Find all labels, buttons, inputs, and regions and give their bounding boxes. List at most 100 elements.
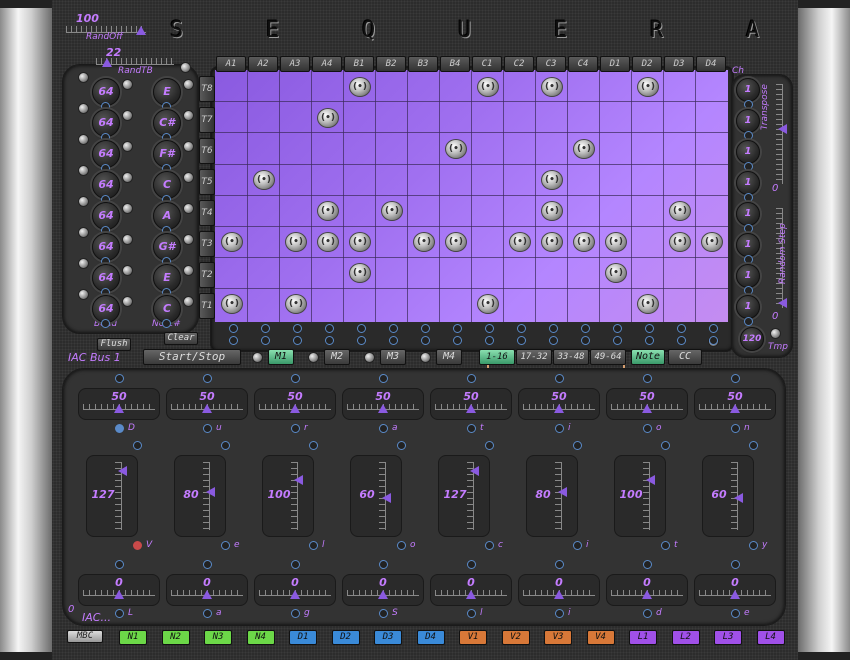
step-column-header[interactable]: B4	[440, 56, 470, 72]
level-slider[interactable]: 60	[702, 455, 754, 537]
offset-slider[interactable]: 0	[166, 574, 248, 606]
page-button[interactable]: 33-48	[553, 349, 589, 365]
velocity-thumb[interactable]	[114, 404, 124, 413]
step-column-header[interactable]: D1	[600, 56, 630, 72]
offset-port-top[interactable]	[643, 560, 652, 569]
flush-button[interactable]: Flush	[97, 338, 131, 351]
transpose-thumb[interactable]	[778, 124, 787, 134]
note-mini-knob[interactable]	[183, 110, 194, 121]
step-column-header[interactable]: C2	[504, 56, 534, 72]
step-note[interactable]: (•)	[541, 232, 563, 252]
velocity-port-top[interactable]	[467, 374, 476, 383]
channel-port[interactable]	[744, 286, 753, 295]
offset-port[interactable]	[291, 609, 300, 618]
step-note[interactable]: (•)	[573, 139, 595, 159]
channel-knob[interactable]: 1	[736, 140, 760, 164]
step-port[interactable]	[677, 324, 686, 333]
velocity-port-top[interactable]	[379, 374, 388, 383]
velocity-thumb[interactable]	[730, 404, 740, 413]
level-thumb[interactable]	[118, 466, 127, 476]
velocity-port[interactable]	[573, 541, 582, 550]
duration-port[interactable]	[291, 424, 300, 433]
page-button[interactable]: 49-64	[590, 349, 626, 365]
note-mini-knob[interactable]	[183, 172, 194, 183]
level-slider[interactable]: 80	[526, 455, 578, 537]
step-note[interactable]: (•)	[669, 232, 691, 252]
step-note[interactable]: (•)	[317, 232, 339, 252]
step-note[interactable]: (•)	[381, 201, 403, 221]
bend-mini-knob-2[interactable]	[122, 265, 133, 276]
duration-port[interactable]	[643, 424, 652, 433]
step-port-lower[interactable]	[293, 336, 302, 345]
track-tag-button[interactable]: V3	[544, 630, 572, 645]
channel-knob[interactable]: 1	[736, 78, 760, 102]
step-port[interactable]	[229, 324, 238, 333]
channel-port[interactable]	[744, 193, 753, 202]
offset-thumb[interactable]	[554, 590, 564, 599]
step-port[interactable]	[293, 324, 302, 333]
step-grid[interactable]: (•) (•) (•) (•) (•) (•) (•) (•) (•) (•) (•) (•) (•) (…	[215, 70, 728, 322]
velocity-port[interactable]	[661, 541, 670, 550]
offset-port[interactable]	[379, 609, 388, 618]
step-note[interactable]: (•)	[253, 170, 275, 190]
track-tag-button[interactable]: V4	[586, 630, 615, 645]
level-port-top[interactable]	[661, 441, 670, 450]
velocity-port-top[interactable]	[731, 374, 740, 383]
bend-mini-knob-2[interactable]	[122, 79, 133, 90]
level-port-top[interactable]	[397, 441, 406, 450]
note-port[interactable]	[162, 319, 171, 328]
step-note[interactable]: (•)	[541, 201, 563, 221]
offset-thumb[interactable]	[466, 590, 476, 599]
step-port-lower[interactable]	[517, 336, 526, 345]
track-tag-button[interactable]: D4	[416, 630, 445, 645]
step-column-header[interactable]: D2	[632, 56, 662, 72]
velocity-port-top[interactable]	[203, 374, 212, 383]
velocity-slider[interactable]: 50	[430, 388, 512, 420]
level-port-top[interactable]	[133, 441, 142, 450]
channel-knob[interactable]: 1	[736, 295, 760, 319]
offset-port-top[interactable]	[467, 560, 476, 569]
offset-slider[interactable]: 0	[518, 574, 600, 606]
duration-port[interactable]	[379, 424, 388, 433]
step-port-lower[interactable]	[677, 336, 686, 345]
step-note[interactable]: (•)	[349, 263, 371, 283]
note-mini-knob[interactable]	[183, 296, 194, 307]
channel-knob[interactable]: 1	[736, 202, 760, 226]
step-note[interactable]: (•)	[317, 108, 339, 128]
bend-mini-knob-2[interactable]	[122, 141, 133, 152]
mode-button[interactable]: Note	[631, 349, 665, 365]
step-port[interactable]	[389, 324, 398, 333]
bend-mini-knob-2[interactable]	[122, 203, 133, 214]
step-note[interactable]: (•)	[605, 232, 627, 252]
step-column-header[interactable]: B2	[376, 56, 406, 72]
bend-mini-knob[interactable]	[78, 289, 89, 300]
offset-port[interactable]	[731, 609, 740, 618]
step-note[interactable]: (•)	[285, 232, 307, 252]
note-mini-knob[interactable]	[183, 265, 194, 276]
velocity-slider[interactable]: 50	[606, 388, 688, 420]
offset-port-top[interactable]	[291, 560, 300, 569]
step-note[interactable]: (•)	[285, 294, 307, 314]
channel-knob[interactable]: 1	[736, 109, 760, 133]
offset-port-top[interactable]	[731, 560, 740, 569]
note-mini-knob[interactable]	[183, 141, 194, 152]
offset-thumb[interactable]	[114, 590, 124, 599]
track-row-header[interactable]: T6	[199, 138, 215, 164]
level-slider[interactable]: 80	[174, 455, 226, 537]
bend-mini-knob-2[interactable]	[122, 110, 133, 121]
step-port-lower[interactable]	[453, 336, 462, 345]
level-thumb[interactable]	[470, 466, 479, 476]
velocity-thumb[interactable]	[642, 404, 652, 413]
bend-mini-knob[interactable]	[78, 134, 89, 145]
level-port-top[interactable]	[573, 441, 582, 450]
step-port-lower[interactable]	[709, 336, 718, 345]
channel-knob[interactable]: 1	[736, 171, 760, 195]
level-thumb[interactable]	[294, 475, 303, 485]
step-port[interactable]	[357, 324, 366, 333]
memory-button[interactable]: M2	[324, 349, 350, 365]
bend-mini-knob-2[interactable]	[122, 234, 133, 245]
step-note[interactable]: (•)	[221, 232, 243, 252]
track-row-header[interactable]: T4	[199, 200, 215, 226]
velocity-thumb[interactable]	[466, 404, 476, 413]
channel-port[interactable]	[744, 255, 753, 264]
